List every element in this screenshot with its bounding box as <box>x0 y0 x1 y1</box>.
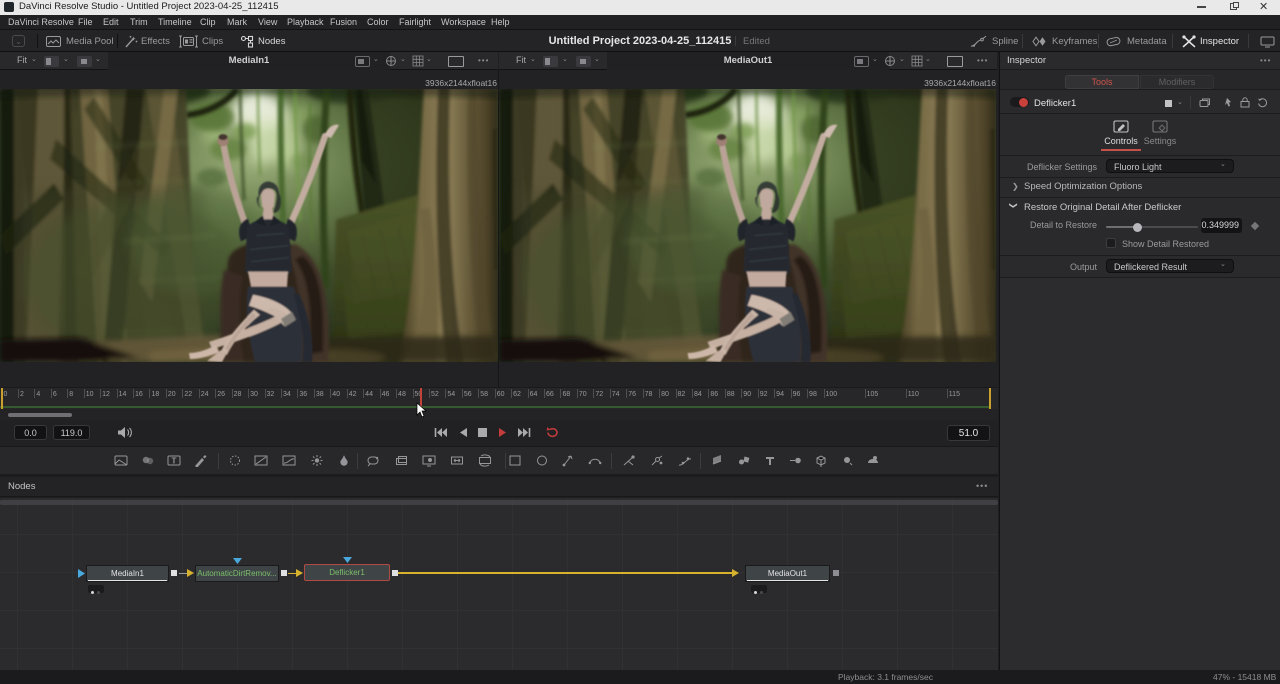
svg-text:T: T <box>172 457 177 466</box>
